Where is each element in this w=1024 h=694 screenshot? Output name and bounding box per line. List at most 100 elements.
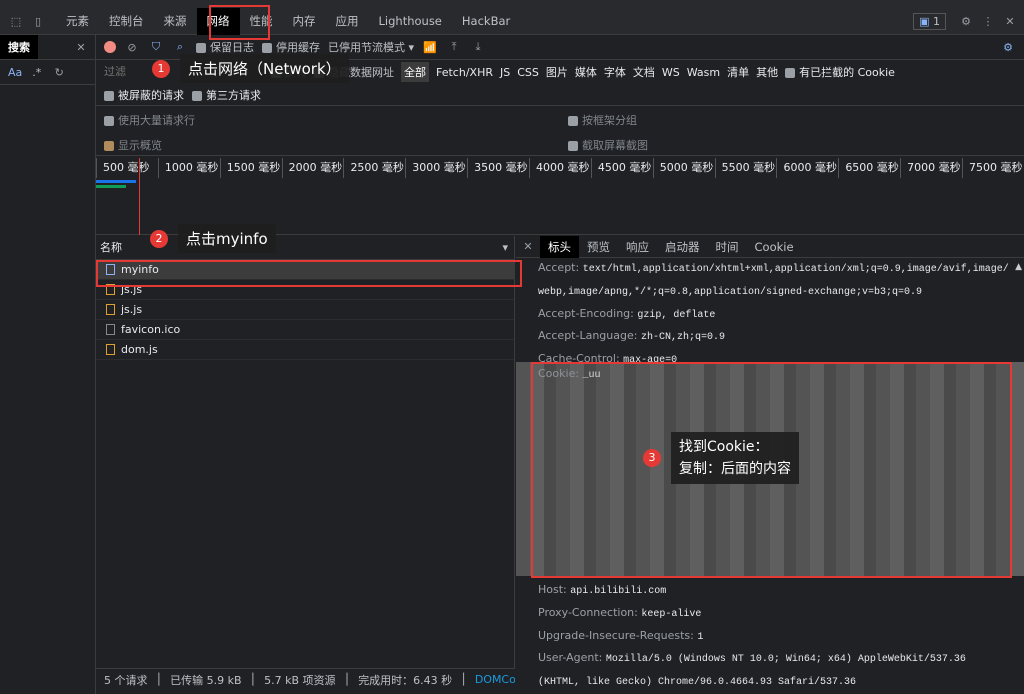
clear-icon[interactable]: ⊘ xyxy=(124,41,140,54)
regex-toggle[interactable]: .* xyxy=(32,66,41,79)
disable-cache-checkbox[interactable]: 停用缓存 xyxy=(262,39,320,55)
show-overview-checkbox[interactable]: 显示概览 xyxy=(104,137,162,153)
load-marker xyxy=(139,158,140,235)
search-icon[interactable]: ⌕ xyxy=(172,40,188,54)
annotation-2: 2 点击myinfo xyxy=(150,224,276,253)
preserve-log-label: 保留日志 xyxy=(210,41,254,54)
tab-application[interactable]: 应用 xyxy=(326,8,369,35)
device-toolbar-icon[interactable]: ▯ xyxy=(30,15,46,28)
tab-console[interactable]: 控制台 xyxy=(99,8,154,35)
tab-hackbar[interactable]: HackBar xyxy=(452,8,520,35)
tab-response[interactable]: 响应 xyxy=(618,236,657,258)
annotation-line: 复制：后面的内容 xyxy=(679,461,791,477)
status-dcl: DOMConter xyxy=(474,673,515,686)
disable-cache-label: 停用缓存 xyxy=(276,41,320,54)
timeline-tick: 3500 毫秒 xyxy=(467,158,529,178)
type-filter-manifest[interactable]: 清单 xyxy=(727,64,749,80)
type-filter-font[interactable]: 字体 xyxy=(604,64,626,80)
header-key: Host: xyxy=(538,583,567,596)
file-icon xyxy=(106,324,115,335)
header-upgrade-insecure: Upgrade-Insecure-Requests: 1 xyxy=(516,626,1006,649)
tab-sources[interactable]: 来源 xyxy=(154,8,197,35)
request-name: dom.js xyxy=(121,342,158,356)
network-settings-icon[interactable]: ⚙ xyxy=(1000,41,1016,54)
third-party-checkbox[interactable]: 第三方请求 xyxy=(192,87,261,103)
type-filter-wasm[interactable]: Wasm xyxy=(687,66,720,79)
large-rows-checkbox[interactable]: 使用大量请求行 xyxy=(104,112,195,128)
header-key: Proxy-Connection: xyxy=(538,605,638,619)
tab-cookies[interactable]: Cookie xyxy=(747,236,802,258)
blocked-cookies-checkbox[interactable]: 有已拦截的 Cookie xyxy=(785,64,895,80)
refresh-icon[interactable]: ↻ xyxy=(51,66,67,79)
status-bar: 5 个请求 │ 已传输 5.9 kB │ 5.7 kB 项资源 │ 完成用时：6.43… xyxy=(96,668,515,690)
annotation-box-myinfo xyxy=(96,260,522,287)
timeline-tick: 5000 毫秒 xyxy=(652,158,715,178)
tab-headers[interactable]: 标头 xyxy=(540,235,579,258)
annotation-1: 1 点击网络（Network） xyxy=(152,54,349,83)
type-filter-media[interactable]: 媒体 xyxy=(575,64,597,80)
type-filter-css[interactable]: CSS xyxy=(517,66,539,79)
throttle-select[interactable]: 已停用节流模式 ▾ xyxy=(328,39,414,55)
tab-elements[interactable]: 元素 xyxy=(56,8,99,35)
type-filter-fetch[interactable]: Fetch/XHR xyxy=(436,66,493,79)
header-key: User-Agent: xyxy=(538,651,603,665)
import-har-icon[interactable]: ⤒ xyxy=(446,40,462,54)
annotation-number: 1 xyxy=(152,59,170,78)
blocked-requests-checkbox[interactable]: 被屏蔽的请求 xyxy=(104,87,184,103)
search-panel: 搜索 ✕ Aa .* ↻ xyxy=(0,35,96,694)
timeline-tick: 7000 毫秒 xyxy=(900,158,962,178)
tab-memory[interactable]: 内存 xyxy=(283,8,326,35)
network-conditions-icon[interactable]: 📶 xyxy=(422,41,438,54)
record-button[interactable] xyxy=(104,41,116,53)
timeline-tick: 4500 毫秒 xyxy=(590,158,653,178)
inspect-element-icon[interactable]: ⬚ xyxy=(8,15,24,28)
close-search-icon[interactable]: ✕ xyxy=(73,41,89,54)
capture-screenshots-checkbox[interactable]: 截取屏幕截图 xyxy=(568,137,648,153)
header-value: gzip, deflate xyxy=(637,309,716,321)
filter-icon[interactable]: ⛉ xyxy=(148,40,164,54)
header-key: Accept-Language: xyxy=(538,329,638,343)
timeline-bar xyxy=(96,180,136,183)
timeline-tick: 6500 毫秒 xyxy=(838,158,900,178)
annotation-3: 3 找到Cookie： 复制：后面的内容 xyxy=(643,432,799,484)
timeline-tick: 7500 毫秒 xyxy=(962,158,1024,178)
request-list: 名称 ▾ myinfo js.js js.js favicon.ico dom.j… xyxy=(96,236,515,668)
scroll-up-arrow[interactable]: ▲ xyxy=(1015,262,1022,272)
header-host: Host: api.bilibili.com xyxy=(516,580,1006,603)
header-value: 1 xyxy=(697,631,704,643)
status-finish: 完成用时：6.43 秒 xyxy=(358,673,453,687)
header-key: Accept: xyxy=(538,261,580,274)
close-details-icon[interactable]: ✕ xyxy=(520,240,536,253)
group-by-frame-checkbox[interactable]: 按框架分组 xyxy=(568,112,637,128)
type-filter-other[interactable]: 其他 xyxy=(756,64,778,80)
tab-timing[interactable]: 时间 xyxy=(708,236,747,258)
settings-pane: 使用大量请求行 按框架分组 显示概览 截取屏幕截图 xyxy=(96,108,1024,156)
request-row[interactable]: dom.js xyxy=(96,340,514,360)
annotation-box-network-tab xyxy=(209,5,270,40)
type-filter-all[interactable]: 全部 xyxy=(401,62,429,82)
show-overview-label: 显示概览 xyxy=(118,139,162,152)
tab-lighthouse[interactable]: Lighthouse xyxy=(369,8,452,35)
settings-gear-icon[interactable]: ⚙ xyxy=(958,15,974,28)
close-devtools-icon[interactable]: ✕ xyxy=(1002,15,1018,28)
issues-count: 1 xyxy=(933,14,940,28)
request-row[interactable]: favicon.ico xyxy=(96,320,514,340)
issues-badge[interactable]: ▣ 1 xyxy=(913,12,946,30)
more-options-icon[interactable]: ⋮ xyxy=(980,15,996,28)
tab-preview[interactable]: 预览 xyxy=(579,236,618,258)
preserve-log-checkbox[interactable]: 保留日志 xyxy=(196,39,254,55)
type-filter-js[interactable]: JS xyxy=(500,66,510,79)
timeline-tick: 5500 毫秒 xyxy=(714,158,777,178)
export-har-icon[interactable]: ⤓ xyxy=(470,40,486,54)
match-case-toggle[interactable]: Aa xyxy=(8,66,22,79)
type-filter-ws[interactable]: WS xyxy=(662,66,680,79)
tab-initiator[interactable]: 启动器 xyxy=(657,236,708,258)
filter-bar-2: 被屏蔽的请求 第三方请求 xyxy=(96,84,1024,106)
type-filter-img[interactable]: 图片 xyxy=(546,64,568,80)
header-key: Accept-Encoding: xyxy=(538,306,634,320)
request-row[interactable]: js.js xyxy=(96,300,514,320)
blocked-cookies-label: 有已拦截的 Cookie xyxy=(799,66,895,79)
type-filter-doc[interactable]: 文档 xyxy=(633,64,655,80)
header-value: Mozilla/5.0 (Windows NT 10.0; Win64; x64… xyxy=(538,654,966,689)
header-user-agent: User-Agent: Mozilla/5.0 (Windows NT 10.0… xyxy=(516,648,1006,694)
